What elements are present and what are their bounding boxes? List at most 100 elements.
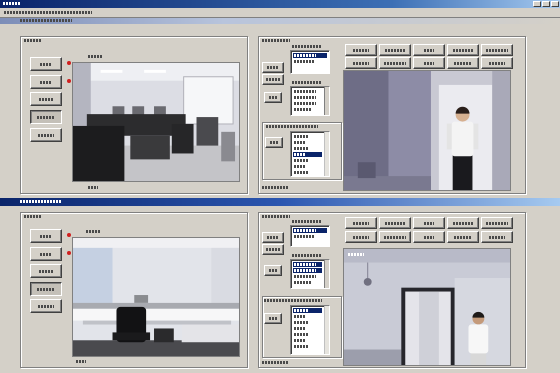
camera-overlay-text [348,253,364,256]
list-item[interactable] [293,158,327,163]
camera-view-3 [72,237,240,357]
list-item[interactable] [293,95,327,100]
panel-2-settings-fields[interactable] [290,259,330,289]
panel-2-list1-label [292,220,322,223]
list-item[interactable] [293,320,327,325]
panel-2-preset-list[interactable] [290,305,330,355]
panel-1-list3-label [266,125,318,128]
list-item[interactable] [293,164,327,169]
panel-1-side-button-4[interactable] [265,137,283,148]
panel-1-button-3[interactable] [30,92,62,106]
close-icon[interactable] [551,1,559,7]
list-item[interactable] [293,152,322,157]
panel-2-button-3[interactable] [30,264,62,278]
panel-2-list2-label [292,254,322,257]
panel-1-title-bar [0,18,560,24]
panel-1-grid-button-1[interactable] [345,44,377,56]
panel-1-settings-fields[interactable] [290,86,330,116]
list-item[interactable] [293,228,327,233]
list-item[interactable] [293,344,327,349]
panel-2-side-button-4[interactable] [264,313,282,324]
list-item[interactable] [293,308,322,313]
panel-2-grid-button-6[interactable] [345,231,377,243]
list-item[interactable] [293,234,327,239]
panel-2-button-5[interactable] [30,299,62,313]
panel-2-grid-button-1[interactable] [345,217,377,229]
panel-1-side-button-3[interactable] [264,92,282,103]
panel-2-grid-button-9[interactable] [447,231,479,243]
panel-1-side-button-1[interactable] [262,62,284,73]
menu-text[interactable] [4,11,92,14]
maximize-icon[interactable] [542,1,550,7]
list-item[interactable] [293,274,327,279]
list-item[interactable] [293,134,327,139]
list-item[interactable] [293,268,322,273]
panel-1-grid-button-4[interactable] [447,44,479,56]
panel-1-list2-label [292,81,322,84]
list-item[interactable] [293,332,327,337]
panel-2-button-2[interactable] [30,247,62,261]
panel-2-button-1[interactable] [30,229,62,243]
list-item[interactable] [293,170,327,175]
panel-2-indicator-2 [67,251,71,255]
menu-bar [0,8,560,18]
panel-2-title-bar [0,198,560,206]
panel-2-group-label [24,215,42,218]
minimize-icon[interactable] [533,1,541,7]
panel-1-grid-button-3[interactable] [413,44,445,56]
panel-1-button-4[interactable] [30,110,62,124]
panel-1-button-2[interactable] [30,75,62,89]
panel-1-grid-button-10[interactable] [481,57,513,69]
list-item[interactable] [293,280,327,285]
panel-1-camera-label-bottom [88,186,98,189]
panel-2-camera-list[interactable] [290,225,330,247]
panel-2-side-button-2[interactable] [262,244,284,255]
panel-2-grid-button-10[interactable] [481,231,513,243]
panel-1-indicator-1 [67,61,71,65]
panel-2-side-button-1[interactable] [262,232,284,243]
panel-1-button-5[interactable] [30,128,62,142]
panel-1-button-1[interactable] [30,57,62,71]
panel-2-grid-button-8[interactable] [413,231,445,243]
panel-2-side-button-3[interactable] [264,265,282,276]
scrollbar[interactable] [324,306,329,354]
spinner-arrows-icon[interactable] [324,260,329,288]
list-item[interactable] [293,140,327,145]
meeting-room-scene [73,238,239,356]
panel-2-title [20,200,62,203]
panel-1-grid-button-8[interactable] [413,57,445,69]
panel-1-grid-button-7[interactable] [379,57,411,69]
list-item[interactable] [293,314,327,319]
spinner-arrows-icon[interactable] [324,87,329,115]
list-item[interactable] [293,146,327,151]
panel-1-grid-button-9[interactable] [447,57,479,69]
list-item[interactable] [293,326,327,331]
panel-1-grid-button-2[interactable] [379,44,411,56]
camera-view-1 [72,62,240,182]
doorway-scene [344,71,510,190]
panel-2-button-4[interactable] [30,282,62,296]
list-item[interactable] [293,262,322,267]
scrollbar[interactable] [324,132,329,176]
panel-1-camera-list[interactable] [290,50,330,74]
panel-1-grid-button-6[interactable] [345,57,377,69]
panel-1-title [20,19,72,22]
panel-2-grid-button-5[interactable] [481,217,513,229]
panel-1-side-button-2[interactable] [262,74,284,85]
list-item[interactable] [293,59,327,64]
panel-1-camera-label-top [88,55,102,58]
panel-2-grid-button-7[interactable] [379,231,411,243]
list-item[interactable] [293,107,327,112]
list-item[interactable] [293,338,327,343]
list-item[interactable] [293,53,327,58]
panel-2-grid-button-3[interactable] [413,217,445,229]
panel-1-grid-button-5[interactable] [481,44,513,56]
panel-2-status-text [262,361,288,364]
panel-1-list1-label [292,45,322,48]
panel-1-group-label [24,39,42,42]
list-item[interactable] [293,101,327,106]
panel-1-preset-list[interactable] [290,131,330,177]
list-item[interactable] [293,89,327,94]
panel-2-grid-button-4[interactable] [447,217,479,229]
panel-2-grid-button-2[interactable] [379,217,411,229]
